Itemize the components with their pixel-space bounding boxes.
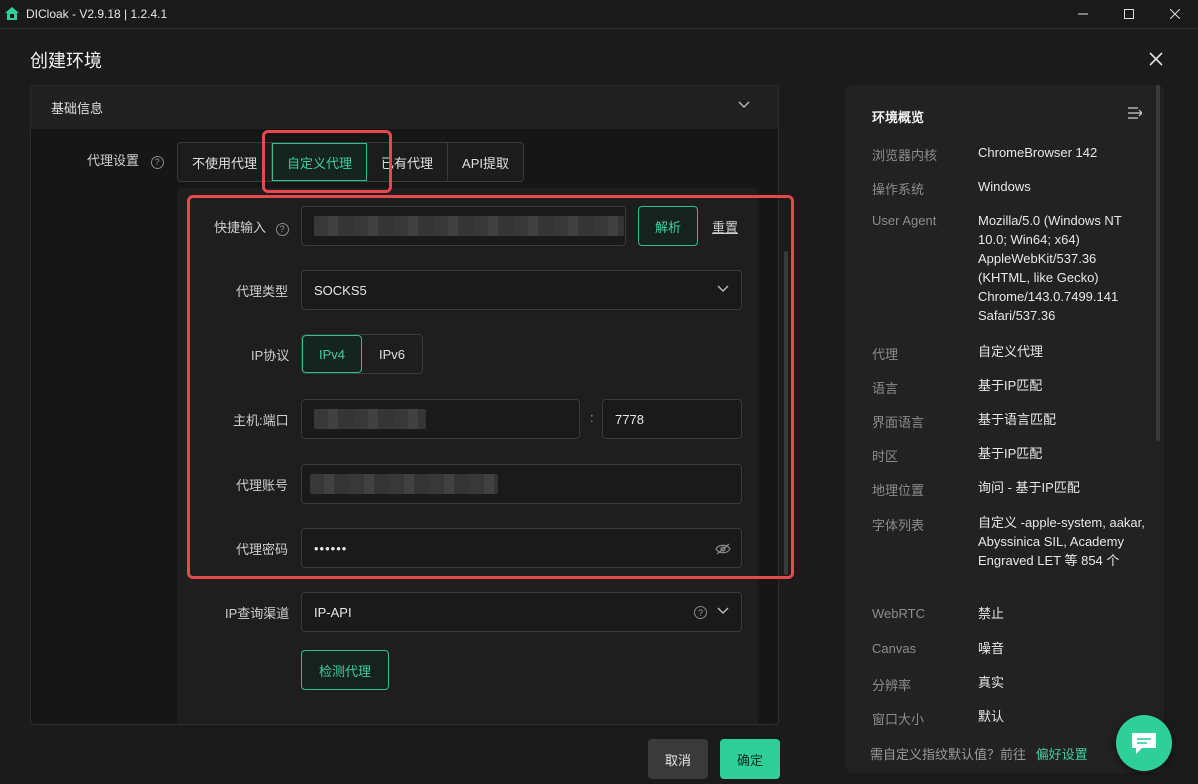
proxy-mode-tabs: 不使用代理 自定义代理 已有代理 API提取 <box>177 142 525 182</box>
host-input[interactable] <box>301 399 580 439</box>
basic-info-header[interactable]: 基础信息 <box>31 86 778 129</box>
summary-key: 界面语言 <box>872 415 925 430</box>
help-icon[interactable]: ? <box>150 155 164 169</box>
create-environment-dialog: 创建环境 基础信息 代理设置 ? 不使用代理 自定义代理 已有代理 API提取 … <box>0 28 1198 784</box>
redacted-text <box>314 409 426 429</box>
port-input[interactable]: 7778 <box>602 399 742 439</box>
redacted-text <box>314 216 624 236</box>
quick-input-label-text: 快捷输入 <box>214 220 267 235</box>
summary-key: 分辨率 <box>872 678 912 693</box>
proxy-settings-label: 代理设置 ? <box>87 150 164 169</box>
host-port-label: 主机:端口 <box>233 413 289 428</box>
summary-value: 噪音 <box>978 641 1005 656</box>
summary-value: 禁止 <box>978 606 1005 621</box>
summary-scrollbar[interactable] <box>1156 85 1160 441</box>
summary-key: 语言 <box>872 381 899 396</box>
summary-key: Canvas <box>872 641 917 656</box>
cancel-button[interactable]: 取消 <box>648 739 708 779</box>
summary-key: User Agent <box>872 213 937 228</box>
form-scrollbar[interactable] <box>784 251 788 575</box>
redacted-text <box>310 474 498 494</box>
ipv6-option[interactable]: IPv6 <box>362 335 422 373</box>
ipv4-option[interactable]: IPv4 <box>302 335 362 373</box>
summary-key: WebRTC <box>872 606 925 621</box>
quick-input-field[interactable] <box>301 206 626 246</box>
section-title: 基础信息 <box>51 101 104 116</box>
summary-key: 时区 <box>872 449 899 464</box>
summary-value: 自定义代理 <box>978 344 1044 359</box>
summary-value: 询问 - 基于IP匹配 <box>978 480 1080 495</box>
confirm-button[interactable]: 确定 <box>720 739 780 779</box>
port-value: 7778 <box>615 411 644 427</box>
port-separator: : <box>590 410 594 425</box>
custom-proxy-form <box>177 188 758 724</box>
summary-key: 地理位置 <box>872 483 925 498</box>
summary-value: 自定义 -apple-system, aakar, Abyssinica SIL… <box>978 515 1145 568</box>
proxy-password-input[interactable]: •••••• <box>301 528 742 568</box>
minimize-button[interactable] <box>1060 0 1106 28</box>
proxy-type-label: 代理类型 <box>236 284 289 299</box>
tab-existing-proxy[interactable]: 已有代理 <box>367 143 449 181</box>
ip-protocol-toggle: IPv4 IPv6 <box>301 334 423 374</box>
proxy-type-value: SOCKS5 <box>314 282 367 298</box>
basic-info-panel: 基础信息 代理设置 ? 不使用代理 自定义代理 已有代理 API提取 快捷输入 … <box>30 85 779 725</box>
help-icon[interactable]: ? <box>694 606 707 619</box>
parse-button[interactable]: 解析 <box>638 206 698 246</box>
proxy-settings-label-text: 代理设置 <box>87 153 140 168</box>
summary-value: Mozilla/5.0 (Windows NT 10.0; Win64; x64… <box>978 213 1122 323</box>
summary-footer: 需自定义指纹默认值？前往 偏好设置 <box>870 744 1088 763</box>
collapse-menu-icon[interactable] <box>1128 107 1142 119</box>
proxy-account-label: 代理账号 <box>236 478 289 493</box>
minimize-icon <box>1078 13 1088 15</box>
ip-channel-value: IP-API <box>314 604 352 620</box>
close-icon <box>1149 52 1163 66</box>
ip-protocol-label: IP协议 <box>251 348 290 363</box>
maximize-button[interactable] <box>1106 0 1152 28</box>
help-icon[interactable]: ? <box>275 222 289 236</box>
summary-value: 基于IP匹配 <box>978 378 1043 393</box>
reset-link[interactable]: 重置 <box>712 217 738 236</box>
environment-summary-panel: 环境概览 浏览器内核 ChromeBrowser 142 操作系统 Window… <box>846 85 1164 773</box>
summary-value: 基于IP匹配 <box>978 446 1043 461</box>
window-titlebar: DICloak - V2.9.18 | 1.2.4.1 <box>0 0 1198 28</box>
summary-key: 操作系统 <box>872 182 925 197</box>
summary-title: 环境概览 <box>872 110 925 125</box>
tab-custom-proxy[interactable]: 自定义代理 <box>272 143 368 181</box>
ip-channel-label: IP查询渠道 <box>225 606 290 621</box>
summary-key: 浏览器内核 <box>872 148 938 163</box>
window-title: DICloak - V2.9.18 | 1.2.4.1 <box>26 7 168 21</box>
tab-api-extract[interactable]: API提取 <box>448 143 523 181</box>
summary-key: 窗口大小 <box>872 712 925 727</box>
summary-value: ChromeBrowser 142 <box>978 145 1098 160</box>
close-icon <box>1170 9 1180 19</box>
dialog-close-button[interactable] <box>1146 49 1166 69</box>
proxy-type-select[interactable]: SOCKS5 <box>301 270 742 310</box>
window-close-button[interactable] <box>1152 0 1198 28</box>
summary-footer-text: 需自定义指纹默认值？前往 <box>870 747 1027 762</box>
preferences-link[interactable]: 偏好设置 <box>1036 747 1088 762</box>
check-proxy-button[interactable]: 检测代理 <box>301 650 389 690</box>
summary-value: 真实 <box>978 675 1005 690</box>
proxy-account-input[interactable] <box>301 464 742 504</box>
proxy-password-label: 代理密码 <box>236 542 289 557</box>
quick-input-label: 快捷输入 ? <box>214 217 289 236</box>
chevron-down-icon <box>738 101 750 108</box>
summary-key: 字体列表 <box>872 518 925 533</box>
password-mask: •••••• <box>314 540 348 556</box>
summary-value: 基于语言匹配 <box>978 412 1057 427</box>
chat-icon <box>1132 733 1156 754</box>
ip-channel-select[interactable]: IP-API ? <box>301 592 742 632</box>
dialog-title: 创建环境 <box>30 51 102 71</box>
eye-off-icon[interactable] <box>715 542 731 556</box>
app-logo-icon <box>5 7 19 20</box>
chat-support-button[interactable] <box>1116 715 1172 771</box>
summary-value: Windows <box>978 179 1031 194</box>
chevron-down-icon <box>717 285 729 292</box>
window-controls <box>1060 0 1198 28</box>
summary-key: 代理 <box>872 347 899 362</box>
chevron-down-icon <box>717 607 729 614</box>
tab-no-proxy[interactable]: 不使用代理 <box>178 143 273 181</box>
maximize-icon <box>1124 9 1134 19</box>
